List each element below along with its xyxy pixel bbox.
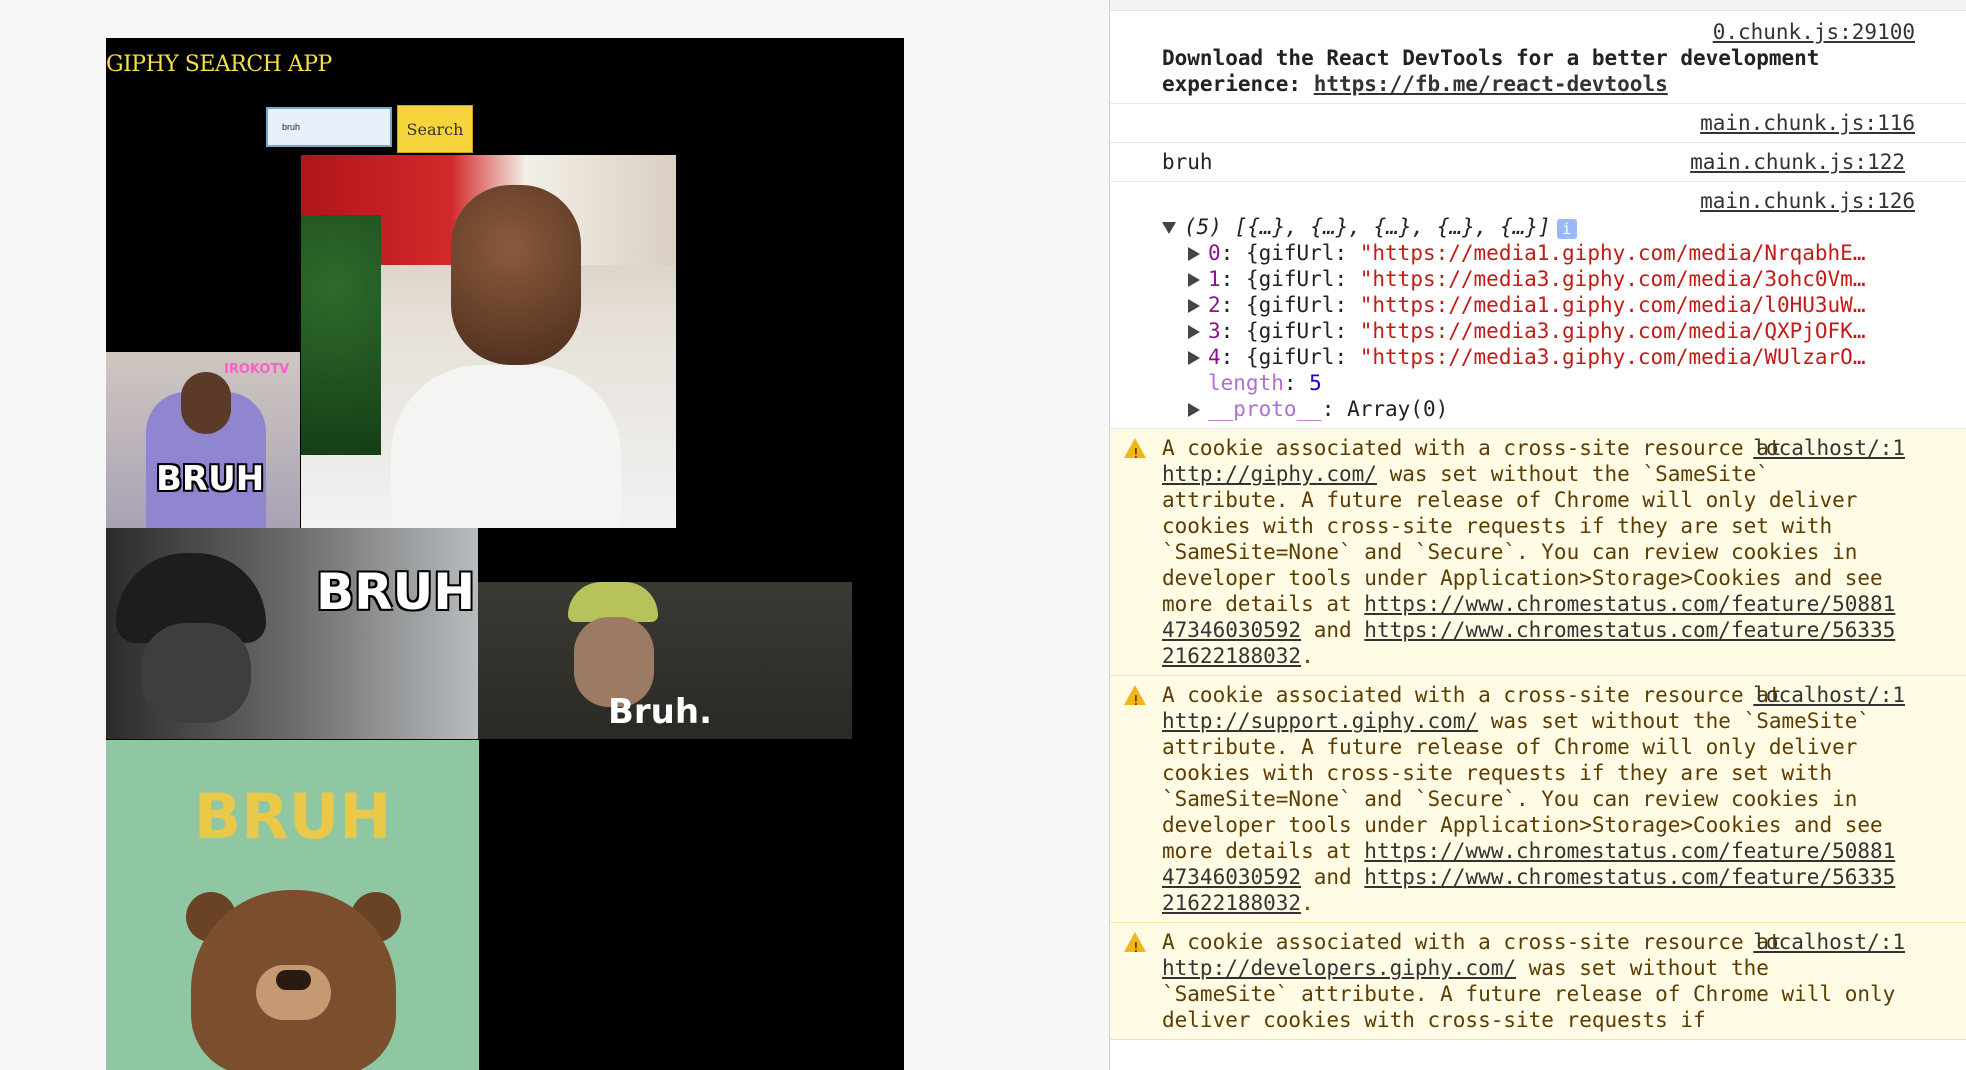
warning-text-pre: A cookie associated with a cross-site re… bbox=[1162, 683, 1782, 707]
gif-result-3: Bruh. bbox=[478, 582, 852, 739]
person-head-image bbox=[181, 372, 231, 434]
console-warning: localhost/:1 A cookie associated with a … bbox=[1110, 429, 1966, 676]
object-key: gifUrl bbox=[1258, 345, 1335, 369]
person-head-image bbox=[451, 185, 581, 365]
message-text: Download the React DevTools for a better… bbox=[1162, 45, 1905, 97]
length-key: length bbox=[1208, 371, 1284, 395]
expand-arrow-icon[interactable] bbox=[1162, 222, 1176, 234]
warning-text-and: and bbox=[1301, 618, 1365, 642]
console-toolbar bbox=[1110, 0, 1966, 11]
message-source-link[interactable]: main.chunk.js:122 bbox=[1690, 149, 1905, 175]
react-devtools-link[interactable]: https://fb.me/react-devtools bbox=[1314, 72, 1668, 96]
length-value: 5 bbox=[1309, 371, 1322, 395]
object-value: "https://media3.giphy.com/media/3ohc0Vm… bbox=[1359, 267, 1866, 291]
search-input[interactable] bbox=[266, 107, 392, 147]
console-message: bruh main.chunk.js:122 bbox=[1110, 143, 1966, 182]
console-message: main.chunk.js:116 bbox=[1110, 104, 1966, 143]
console-message: main.chunk.js:126 (5) [{…}, {…}, {…}, {…… bbox=[1110, 182, 1966, 429]
expand-arrow-icon[interactable] bbox=[1188, 403, 1200, 417]
array-item[interactable]: 3: {gifUrl: "https://media3.giphy.com/me… bbox=[1162, 318, 1905, 344]
console-warning: localhost/:1 A cookie associated with a … bbox=[1110, 923, 1966, 1040]
warning-text-pre: A cookie associated with a cross-site re… bbox=[1162, 436, 1782, 460]
message-text: bruh bbox=[1162, 150, 1213, 174]
array-index: 3 bbox=[1208, 319, 1221, 343]
array-item[interactable]: 0: {gifUrl: "https://media1.giphy.com/me… bbox=[1162, 240, 1905, 266]
expand-arrow-icon[interactable] bbox=[1188, 247, 1200, 261]
object-value: "https://media3.giphy.com/media/QXPjOFK… bbox=[1359, 319, 1866, 343]
warning-text: A cookie associated with a cross-site re… bbox=[1162, 682, 1905, 916]
gif-result-1: IROKOTV BRUH bbox=[106, 352, 300, 528]
giphy-app: GIPHY SEARCH APP Search IROKOTV BRUH BRU… bbox=[106, 38, 904, 1070]
object-value: "https://media3.giphy.com/media/WUlzarO… bbox=[1359, 345, 1866, 369]
array-index: 4 bbox=[1208, 345, 1221, 369]
array-item[interactable]: 4: {gifUrl: "https://media3.giphy.com/me… bbox=[1162, 344, 1905, 370]
warning-text-and: and bbox=[1301, 865, 1365, 889]
array-proto-row[interactable]: __proto__: Array(0) bbox=[1162, 396, 1905, 422]
console-message: 0.chunk.js:29100 Download the React DevT… bbox=[1110, 11, 1966, 104]
proto-key: __proto__ bbox=[1208, 397, 1322, 421]
beanie-image bbox=[568, 582, 658, 622]
object-key: gifUrl bbox=[1258, 319, 1335, 343]
object-value: "https://media1.giphy.com/media/NrqabhE… bbox=[1359, 241, 1866, 265]
devtools-console: 0.chunk.js:29100 Download the React DevT… bbox=[1109, 0, 1966, 1070]
warning-text: A cookie associated with a cross-site re… bbox=[1162, 435, 1905, 669]
warning-source-link[interactable]: localhost/:1 bbox=[1753, 435, 1905, 461]
array-summary-row[interactable]: (5) [{…}, {…}, {…}, {…}, {…}] i bbox=[1162, 214, 1905, 240]
gif-caption: BRUH bbox=[156, 459, 265, 499]
warning-icon bbox=[1124, 438, 1146, 468]
gif-result-2: BRUH bbox=[106, 528, 478, 739]
warning-text-pre: A cookie associated with a cross-site re… bbox=[1162, 930, 1782, 954]
christmas-tree-image bbox=[301, 215, 381, 455]
message-source-link[interactable]: main.chunk.js:126 bbox=[1162, 188, 1915, 214]
gif-result-0 bbox=[301, 155, 676, 528]
object-key: gifUrl bbox=[1258, 267, 1335, 291]
array-index: 1 bbox=[1208, 267, 1221, 291]
warning-text-end: . bbox=[1301, 891, 1314, 915]
gif-caption: BRUH bbox=[316, 563, 476, 621]
warning-icon bbox=[1124, 932, 1146, 962]
person-image bbox=[391, 365, 621, 528]
expand-arrow-icon[interactable] bbox=[1188, 273, 1200, 287]
gif-caption: BRUH bbox=[193, 780, 392, 853]
expand-arrow-icon[interactable] bbox=[1188, 325, 1200, 339]
warning-link[interactable]: http://support.giphy.com/ bbox=[1162, 709, 1478, 733]
console-warning: localhost/:1 A cookie associated with a … bbox=[1110, 676, 1966, 923]
warning-source-link[interactable]: localhost/:1 bbox=[1753, 682, 1905, 708]
warning-link[interactable]: http://developers.giphy.com/ bbox=[1162, 956, 1516, 980]
search-button[interactable]: Search bbox=[397, 105, 473, 153]
expand-arrow-icon[interactable] bbox=[1188, 299, 1200, 313]
proto-value: Array(0) bbox=[1347, 397, 1449, 421]
gif-result-4: BRUH bbox=[106, 740, 479, 1070]
message-source-link[interactable]: main.chunk.js:116 bbox=[1162, 110, 1915, 136]
warning-icon bbox=[1124, 685, 1146, 715]
object-key: gifUrl bbox=[1258, 241, 1335, 265]
app-title: GIPHY SEARCH APP bbox=[106, 52, 332, 77]
info-icon: i bbox=[1556, 219, 1577, 239]
warning-link[interactable]: http://giphy.com/ bbox=[1162, 462, 1377, 486]
person-image bbox=[141, 623, 251, 723]
iroko-logo: IROKOTV bbox=[224, 362, 290, 377]
array-index: 2 bbox=[1208, 293, 1221, 317]
warning-source-link[interactable]: localhost/:1 bbox=[1753, 929, 1905, 955]
object-key: gifUrl bbox=[1258, 293, 1335, 317]
array-item[interactable]: 2: {gifUrl: "https://media1.giphy.com/me… bbox=[1162, 292, 1905, 318]
array-index: 0 bbox=[1208, 241, 1221, 265]
message-source-link[interactable]: 0.chunk.js:29100 bbox=[1162, 19, 1915, 45]
expand-arrow-icon[interactable] bbox=[1188, 351, 1200, 365]
object-value: "https://media1.giphy.com/media/l0HU3uW… bbox=[1359, 293, 1866, 317]
array-length-row: length: 5 bbox=[1208, 371, 1322, 395]
browser-page: GIPHY SEARCH APP Search IROKOTV BRUH BRU… bbox=[0, 0, 1109, 1070]
warning-text-end: . bbox=[1301, 644, 1314, 668]
gif-caption: Bruh. bbox=[608, 692, 713, 732]
array-item[interactable]: 1: {gifUrl: "https://media3.giphy.com/me… bbox=[1162, 266, 1905, 292]
array-summary: (5) [{…}, {…}, {…}, {…}, {…}] bbox=[1184, 215, 1551, 239]
bear-nose-image bbox=[276, 970, 311, 990]
